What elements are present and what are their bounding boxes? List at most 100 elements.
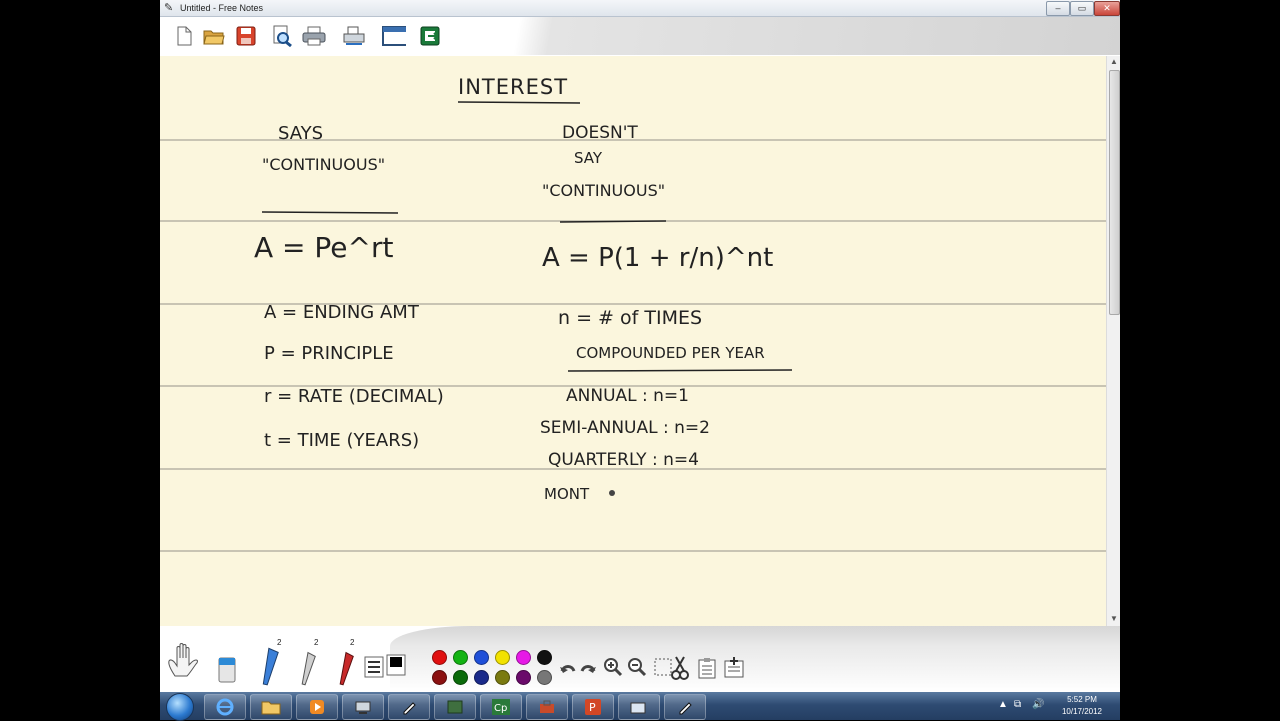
pen-tool-1[interactable] xyxy=(256,646,284,690)
tray-volume-icon[interactable]: 🔊 xyxy=(1032,699,1044,710)
print-icon xyxy=(302,26,326,46)
color-swatch[interactable] xyxy=(495,670,510,685)
scroll-down-arrow[interactable]: ▼ xyxy=(1107,613,1120,625)
save-icon xyxy=(236,26,256,46)
toolbar-decoration xyxy=(460,17,1120,55)
app-pen-icon: ✎ xyxy=(164,2,174,14)
taskbar-captivate[interactable]: Cp xyxy=(480,694,522,720)
taskbar-explorer[interactable] xyxy=(250,694,292,720)
insert-page-tool[interactable] xyxy=(722,656,746,680)
eraser-tool[interactable] xyxy=(212,654,242,688)
scroll-up-arrow[interactable]: ▲ xyxy=(1107,56,1120,68)
start-button[interactable] xyxy=(166,693,194,721)
svg-text:Cp: Cp xyxy=(494,703,507,714)
new-icon xyxy=(177,26,192,46)
current-color-swatch[interactable] xyxy=(386,654,406,676)
color-swatch-icon xyxy=(386,654,406,676)
taskbar-app-11[interactable] xyxy=(664,694,706,720)
taskbar-ie[interactable] xyxy=(204,694,246,720)
color-swatch[interactable] xyxy=(432,670,447,685)
color-swatch[interactable] xyxy=(516,650,531,665)
pen-size-1: 2 xyxy=(277,638,282,647)
taskbar-app-8[interactable] xyxy=(526,694,568,720)
color-swatch[interactable] xyxy=(474,650,489,665)
close-button[interactable]: ✕ xyxy=(1094,1,1120,16)
paste-tool[interactable] xyxy=(696,656,718,680)
taskbar-app-6[interactable] xyxy=(434,694,476,720)
color-swatch[interactable] xyxy=(495,650,510,665)
scanner-button[interactable] xyxy=(342,24,366,48)
color-swatch[interactable] xyxy=(453,670,468,685)
zoom-in-button[interactable] xyxy=(602,656,624,678)
right-n-def: n = # of TIMES xyxy=(558,307,702,329)
taskbar-powerpoint[interactable]: P xyxy=(572,694,614,720)
tool-palette xyxy=(160,626,1120,692)
color-swatch[interactable] xyxy=(516,670,531,685)
color-swatch[interactable] xyxy=(432,650,447,665)
maximize-button[interactable]: ▭ xyxy=(1070,1,1094,16)
internet-explorer-icon xyxy=(216,698,234,716)
clock-time[interactable]: 5:52 PM xyxy=(1056,695,1108,704)
pen-icon xyxy=(403,702,416,715)
left-def-a: A = ENDING AMT xyxy=(264,302,420,323)
zoom-out-button[interactable] xyxy=(626,656,648,678)
right-row-quarterly: QUARTERLY : n=4 xyxy=(548,450,699,470)
gray-pen-icon xyxy=(301,651,316,686)
line-width-tool[interactable] xyxy=(364,656,384,678)
right-row-semiannual: SEMI-ANNUAL : n=2 xyxy=(540,418,710,438)
tray-expand-icon[interactable]: ▲ xyxy=(998,699,1008,710)
eraser-icon xyxy=(218,657,236,683)
window-title: Untitled - Free Notes xyxy=(180,3,264,13)
scroll-thumb[interactable] xyxy=(1109,70,1120,315)
new-button[interactable] xyxy=(172,24,196,48)
open-button[interactable] xyxy=(202,24,226,48)
undo-redo-tools[interactable] xyxy=(558,658,598,680)
save-button[interactable] xyxy=(234,24,258,48)
scanner-icon xyxy=(343,26,365,45)
right-heading-continuous: "CONTINUOUS" xyxy=(542,181,665,200)
powerpoint-icon: P xyxy=(585,699,601,715)
media-player-icon xyxy=(310,700,324,714)
minimize-button[interactable]: – xyxy=(1046,1,1070,16)
scissors-icon xyxy=(654,656,689,680)
clock-date[interactable]: 10/17/2012 xyxy=(1052,707,1112,716)
pen-size-3: 2 xyxy=(350,638,355,647)
insert-page-icon xyxy=(724,657,744,678)
window-button[interactable] xyxy=(382,24,406,48)
note-canvas[interactable]: INTEREST SAYS "CONTINUOUS" A = Pe^rt A =… xyxy=(160,56,1120,626)
color-swatch[interactable] xyxy=(537,670,552,685)
svg-text:P: P xyxy=(589,701,596,714)
title-bar[interactable]: ✎ Untitled - Free Notes – ▭ ✕ xyxy=(160,0,1120,17)
right-n-def-compounded: COMPOUNDED PER YEAR xyxy=(576,344,765,362)
print-button[interactable] xyxy=(302,24,326,48)
print-preview-button[interactable] xyxy=(270,24,294,48)
left-def-t: t = TIME (YEARS) xyxy=(264,430,419,451)
captivate-icon: Cp xyxy=(492,699,510,715)
tray-network-icon[interactable]: ⧉ xyxy=(1014,699,1021,710)
select-cut-tool[interactable] xyxy=(654,654,690,682)
color-swatch[interactable] xyxy=(537,650,552,665)
zoom-in-icon xyxy=(604,658,623,677)
toolbox-icon xyxy=(540,700,554,713)
color-swatch[interactable] xyxy=(453,650,468,665)
window-stack-icon xyxy=(630,702,646,714)
left-formula: A = Pe^rt xyxy=(254,231,394,264)
pen-tool-2[interactable] xyxy=(294,650,322,690)
line-width-icon xyxy=(364,656,384,678)
left-def-r: r = RATE (DECIMAL) xyxy=(264,386,444,407)
notes-heading: INTEREST xyxy=(458,75,568,99)
vertical-scrollbar[interactable]: ▲ ▼ xyxy=(1106,56,1120,626)
taskbar-app-4[interactable] xyxy=(342,694,384,720)
taskbar-free-notes[interactable] xyxy=(388,694,430,720)
taskbar-app-10[interactable] xyxy=(618,694,660,720)
taskbar-media[interactable] xyxy=(296,694,338,720)
hand-tool[interactable] xyxy=(166,640,206,680)
preview-icon xyxy=(273,25,292,47)
right-heading-doesnt: DOESN'T xyxy=(562,123,638,143)
undo-redo-icon xyxy=(560,665,596,673)
pen-tool-3[interactable] xyxy=(332,650,360,690)
left-def-p: P = PRINCIPLE xyxy=(264,343,394,364)
handwritten-notes: INTEREST SAYS "CONTINUOUS" A = Pe^rt A =… xyxy=(160,75,1106,552)
exit-button[interactable] xyxy=(418,24,442,48)
color-swatch[interactable] xyxy=(474,670,489,685)
